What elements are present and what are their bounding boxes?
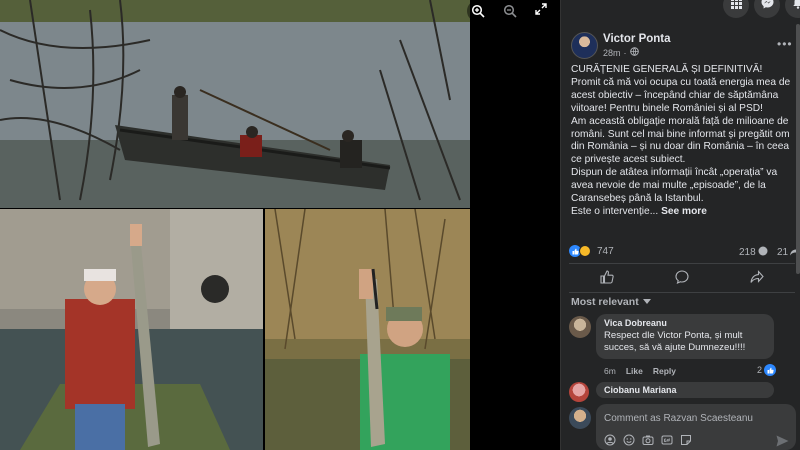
meta-separator: ·	[623, 47, 627, 58]
commenter-avatar[interactable]	[569, 382, 589, 402]
comment-icon	[675, 269, 689, 289]
comment-bubble-icon	[758, 246, 768, 259]
notifications-button[interactable]	[785, 0, 800, 18]
comment-count-value: 218	[739, 247, 756, 258]
top-bar	[561, 0, 800, 20]
divider	[569, 292, 795, 293]
man-holding-pike-boat-photo[interactable]	[0, 209, 263, 450]
see-more-link[interactable]: See more	[661, 206, 707, 217]
commenter-avatar[interactable]	[569, 316, 591, 338]
comment-author[interactable]: Vica Dobreanu	[604, 318, 766, 328]
comment-box	[596, 404, 796, 450]
post-meta: 28m ·	[603, 47, 639, 58]
like-button[interactable]	[577, 268, 637, 290]
post-paragraph: CURĂȚENIE GENERALĂ ȘI DEFINITIVĂ!	[571, 64, 763, 75]
post-actions	[569, 268, 795, 290]
divider	[569, 263, 795, 264]
camera-icon[interactable]	[642, 434, 654, 446]
zoom-in-button[interactable]	[463, 0, 493, 22]
sticker-icon[interactable]	[680, 434, 692, 446]
menu-button[interactable]	[723, 0, 749, 18]
comment-author[interactable]: Ciobanu Mariana	[604, 385, 766, 395]
post-header: Victor Ponta 28m · •••	[571, 30, 793, 64]
comment-input[interactable]	[604, 411, 789, 425]
gif-icon[interactable]	[661, 434, 673, 446]
comments-filter-label: Most relevant	[571, 296, 639, 308]
share-count-value: 21	[777, 247, 789, 258]
man-holding-pike-shore-photo[interactable]	[265, 209, 470, 450]
grid-menu-icon	[730, 0, 742, 14]
reaction-icons[interactable]	[569, 245, 591, 257]
more-options-button[interactable]: •••	[777, 37, 793, 51]
send-icon	[776, 434, 789, 450]
emoji-icon[interactable]	[623, 434, 635, 446]
comment-tools	[604, 434, 692, 446]
comments-filter-dropdown[interactable]: Most relevant	[571, 296, 651, 308]
post-paragraph: Dispun de atâtea informații încât „opera…	[571, 167, 778, 205]
author-avatar[interactable]	[571, 32, 598, 59]
expand-icon	[535, 2, 547, 20]
more-dots-icon: •••	[777, 37, 793, 51]
reactions-summary: 747 218 21	[569, 245, 800, 259]
comment-composer	[569, 404, 797, 450]
comment-text: Respect dle Victor Ponta, și mult succes…	[604, 330, 746, 353]
comment-count[interactable]: 218	[739, 246, 768, 259]
bell-icon	[792, 0, 800, 14]
post-paragraph: Am această obligație morală față de mili…	[571, 115, 790, 166]
thumbs-up-icon	[600, 269, 614, 289]
photo-viewer	[0, 0, 560, 450]
like-reaction-icon	[764, 364, 777, 376]
send-button[interactable]	[776, 434, 790, 447]
current-user-avatar	[569, 407, 591, 429]
post-body: CURĂȚENIE GENERALĂ ȘI DEFINITIVĂ! Promit…	[571, 64, 797, 219]
comment-bubble: Vica Dobreanu Respect dle Victor Ponta, …	[596, 314, 774, 359]
panel-scrollbar[interactable]	[796, 24, 800, 274]
zoom-in-icon	[467, 0, 489, 22]
zoom-out-icon	[499, 0, 521, 22]
post-paragraph-text: Este o intervenție...	[571, 205, 659, 217]
expand-button[interactable]	[526, 0, 556, 22]
post-panel: Victor Ponta 28m · ••• CURĂȚENIE GENERAL…	[560, 0, 800, 450]
avatar-sticker-icon[interactable]	[604, 434, 616, 446]
comment-reply-button[interactable]: Reply	[653, 366, 676, 376]
messenger-icon	[761, 0, 774, 14]
post-paragraph: Promit că mă voi ocupa cu toată energia …	[571, 76, 791, 114]
comment-likes-count: 2	[757, 365, 763, 375]
messenger-button[interactable]	[754, 0, 780, 18]
haha-reaction-icon	[579, 245, 591, 257]
caret-down-icon	[642, 296, 651, 308]
comment-button[interactable]	[652, 268, 712, 290]
post-time[interactable]: 28m	[603, 48, 621, 58]
comment-time[interactable]: 6m	[604, 366, 616, 376]
boat-fishing-photo[interactable]	[0, 0, 470, 208]
author-name[interactable]: Victor Ponta	[603, 33, 671, 45]
zoom-out-button[interactable]	[495, 0, 525, 22]
comment-likes[interactable]: 2	[757, 364, 777, 376]
share-icon	[750, 269, 765, 289]
reaction-count[interactable]: 747	[597, 246, 614, 257]
globe-icon	[629, 47, 639, 58]
comment-like-button[interactable]: Like	[626, 366, 643, 376]
comment-bubble: Ciobanu Mariana	[596, 382, 774, 398]
comment-actions: 6m Like Reply	[604, 366, 676, 376]
share-button[interactable]	[727, 268, 787, 290]
post-paragraph-last: Este o intervenție... See more	[571, 206, 797, 219]
